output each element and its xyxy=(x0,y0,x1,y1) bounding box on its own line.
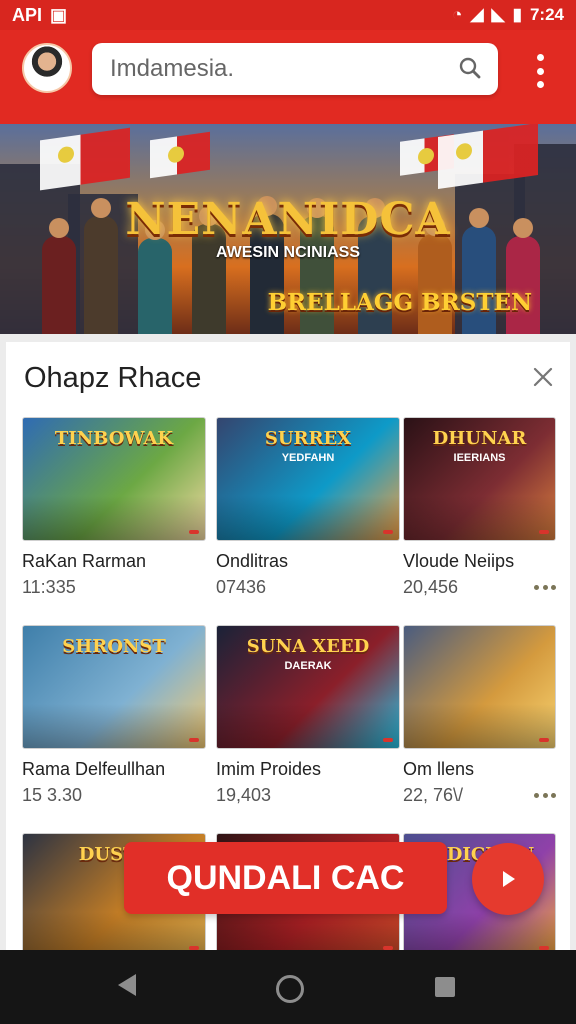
game-card[interactable]: SURREX YEDFAHN Ondlitras 07436 xyxy=(216,417,400,603)
thumbnail-badge xyxy=(189,946,199,950)
game-title: Om llens xyxy=(403,759,475,779)
back-icon[interactable] xyxy=(118,974,136,996)
carrier-label: API xyxy=(12,4,43,25)
more-dots-icon[interactable] xyxy=(534,585,556,593)
home-icon[interactable] xyxy=(276,975,304,1003)
thumbnail-title: DHUNAR xyxy=(432,428,527,449)
app-bar: Imdamesia. xyxy=(0,30,576,124)
game-title: Rama Delfeullhan xyxy=(22,759,166,779)
thumbnail-title: SUNA XEED xyxy=(246,636,370,657)
game-card[interactable]: TINBOWAK RaKan Rarman 11:335 xyxy=(22,417,206,603)
hero-banner[interactable]: NENANIDCA AWESIN NCINIASS BRELLAGG BRSTE… xyxy=(0,124,576,334)
battery-icon: ▮ xyxy=(512,5,522,24)
more-options-icon[interactable] xyxy=(528,54,552,88)
thumbnail-badge xyxy=(383,946,393,950)
notification-icon: ▣ xyxy=(50,4,68,25)
banner-subtitle: AWESIN NCINIASS xyxy=(215,244,360,261)
close-icon[interactable] xyxy=(532,366,554,388)
thumbnail-badge xyxy=(539,738,549,742)
panel-title: Ohapz Rhace xyxy=(24,362,202,394)
game-count: 15 3.30 xyxy=(22,785,83,805)
thumbnail-badge xyxy=(383,530,393,534)
thumbnail-badge xyxy=(539,530,549,534)
game-card[interactable]: SHRONST Rama Delfeullhan 15 3.30 xyxy=(22,625,206,811)
thumbnail-title: SHRONST xyxy=(62,636,166,657)
status-bar: API ▣ ◔ ◢ ◣ ▮ 7:24 xyxy=(0,0,576,30)
game-count: 19,403 xyxy=(216,785,272,805)
game-title: Ondlitras xyxy=(216,551,289,571)
game-thumbnail[interactable]: SURREX YEDFAHN xyxy=(216,417,400,541)
game-title: Vloude Neiips xyxy=(403,551,515,571)
game-thumbnail[interactable]: SHRONST xyxy=(22,625,206,749)
game-title: RaKan Rarman xyxy=(22,551,147,571)
game-card[interactable]: SUNA XEED DAERAK Imim Proides 19,403 xyxy=(216,625,400,811)
wifi-icon: ◢ xyxy=(470,5,484,24)
alarm-icon: ◔ xyxy=(452,5,463,24)
avatar[interactable] xyxy=(22,43,72,93)
game-thumbnail[interactable]: SUNA XEED DAERAK xyxy=(216,625,400,749)
thumbnail-badge xyxy=(383,738,393,742)
thumbnail-title: TINBOWAK xyxy=(54,428,174,449)
thumbnail-badge xyxy=(189,738,199,742)
game-thumbnail[interactable] xyxy=(403,625,556,749)
status-left: API ▣ xyxy=(12,5,67,26)
game-thumbnail[interactable]: TINBOWAK xyxy=(22,417,206,541)
primary-action-button[interactable]: QUNDALI CAC xyxy=(124,842,447,914)
banner-tag: BRELLAGG BRSTEN xyxy=(267,289,532,316)
thumbnail-subtitle: YEDFAHN xyxy=(281,452,335,464)
signal-icon: ◣ xyxy=(491,5,505,24)
play-button[interactable] xyxy=(472,843,544,915)
status-right: ◔ ◢ ◣ ▮ 7:24 xyxy=(452,5,564,25)
search-box[interactable]: Imdamesia. xyxy=(92,43,498,95)
recents-icon[interactable] xyxy=(435,977,455,997)
game-title: Imim Proides xyxy=(216,759,322,779)
banner-title: NENANIDCA xyxy=(125,194,451,245)
game-card[interactable]: Om llens 22, 76\/ xyxy=(403,625,556,811)
search-icon[interactable] xyxy=(458,56,482,80)
thumbnail-badge xyxy=(189,530,199,534)
play-icon xyxy=(503,871,515,887)
status-time: 7:24 xyxy=(529,5,564,24)
game-card[interactable]: DHUNAR IEERIANS Vloude Neiips 20,456 xyxy=(403,417,556,603)
thumbnail-subtitle: IEERIANS xyxy=(453,452,506,464)
game-thumbnail[interactable]: DHUNAR IEERIANS xyxy=(403,417,556,541)
system-nav-bar xyxy=(0,950,576,1024)
search-input[interactable]: Imdamesia. xyxy=(110,55,234,83)
game-count: 07436 xyxy=(216,577,267,597)
more-dots-icon[interactable] xyxy=(534,793,556,801)
thumbnail-title: SURREX xyxy=(264,428,352,449)
thumbnail-badge xyxy=(539,946,549,950)
thumbnail-subtitle: DAERAK xyxy=(284,660,332,672)
game-count: 11:335 xyxy=(22,577,76,597)
